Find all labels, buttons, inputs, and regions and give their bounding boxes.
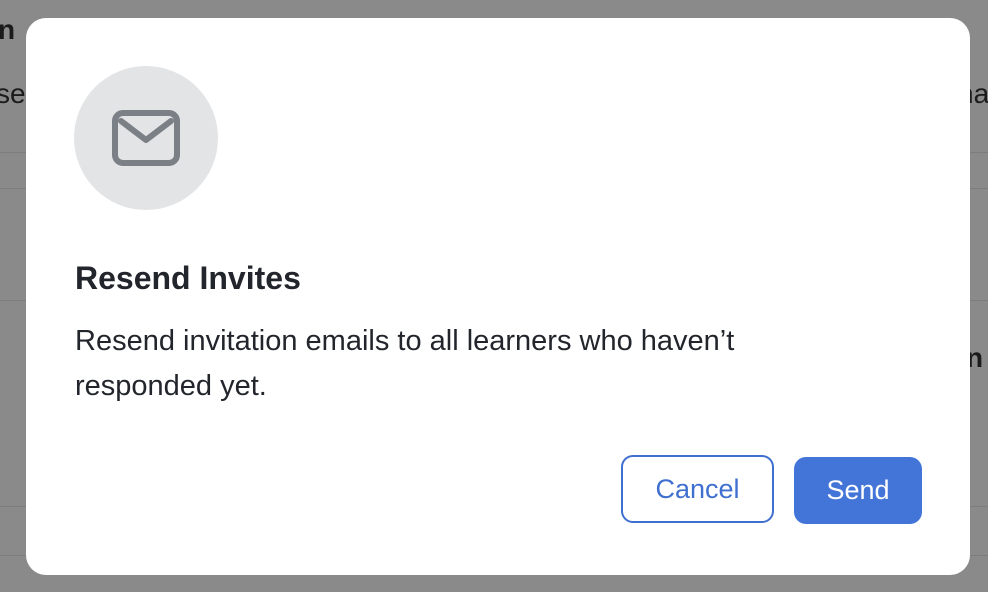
envelope-icon-circle [74, 66, 218, 210]
background-text-fragment: se [0, 78, 26, 109]
envelope-icon [112, 110, 180, 166]
background-heading-fragment: n [0, 14, 16, 45]
dialog-title: Resend Invites [75, 260, 301, 296]
cancel-button[interactable]: Cancel [621, 455, 774, 523]
dialog-message: Resend invitation emails to all learners… [75, 325, 735, 402]
resend-invites-dialog: Resend Invites Resend invitation emails … [26, 18, 970, 575]
send-button[interactable]: Send [794, 457, 922, 524]
